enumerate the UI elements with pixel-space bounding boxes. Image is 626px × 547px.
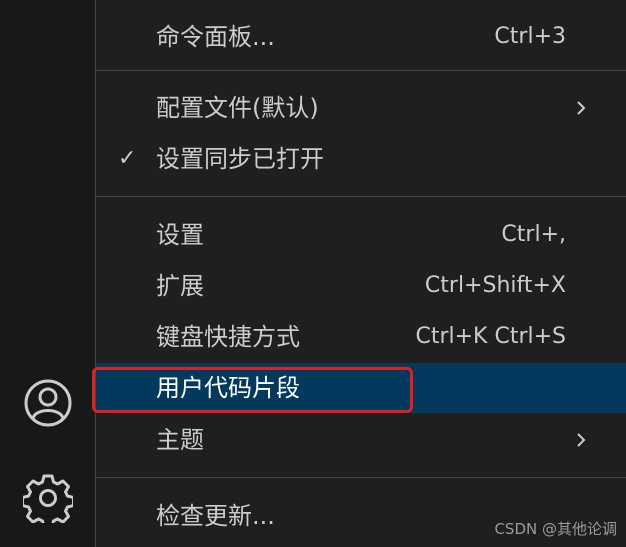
account-icon[interactable] (22, 377, 74, 429)
menu-separator (96, 196, 626, 197)
gear-icon[interactable] (22, 472, 74, 524)
menu-item-command-palette[interactable]: 命令面板... Ctrl+3 (96, 12, 626, 62)
menu-item-label: 主题 (156, 426, 204, 454)
chevron-right-icon (577, 433, 586, 447)
menu-item-settings[interactable]: 设置 Ctrl+, (96, 210, 626, 260)
menu-item-shortcut: Ctrl+3 (494, 24, 566, 49)
menu-item-extensions[interactable]: 扩展 Ctrl+Shift+X (96, 261, 626, 311)
menu-item-settings-sync[interactable]: ✓ 设置同步已打开 (96, 134, 626, 184)
menu-item-label: 扩展 (156, 272, 204, 300)
menu-item-shortcut: Ctrl+Shift+X (424, 273, 566, 298)
menu-separator (96, 70, 626, 71)
menu-item-label: 键盘快捷方式 (156, 323, 300, 351)
menu-item-shortcut: Ctrl+, (501, 222, 566, 247)
screenshot: 命令面板... Ctrl+3 配置文件(默认) ✓ 设置同步已打开 设置 Ctr… (0, 0, 626, 547)
watermark: CSDN @其他论调 (494, 520, 617, 538)
menu-item-label: 设置同步已打开 (156, 145, 324, 173)
menu-item-label: 命令面板... (156, 23, 275, 51)
menu-item-themes[interactable]: 主题 (96, 415, 626, 465)
menu-item-label: 检查更新... (156, 502, 275, 530)
menu-item-shortcut: Ctrl+K Ctrl+S (415, 324, 566, 349)
chevron-right-icon (577, 101, 586, 115)
menu-item-keyboard-shortcuts[interactable]: 键盘快捷方式 Ctrl+K Ctrl+S (96, 312, 626, 362)
menu-item-label: 配置文件(默认) (156, 94, 319, 122)
manage-context-menu: 命令面板... Ctrl+3 配置文件(默认) ✓ 设置同步已打开 设置 Ctr… (95, 0, 626, 547)
highlight-annotation-box (92, 367, 413, 413)
activity-bar (0, 0, 96, 547)
menu-separator (96, 477, 626, 478)
menu-item-profile[interactable]: 配置文件(默认) (96, 83, 626, 133)
check-icon: ✓ (118, 146, 137, 171)
menu-item-label: 设置 (156, 221, 204, 249)
